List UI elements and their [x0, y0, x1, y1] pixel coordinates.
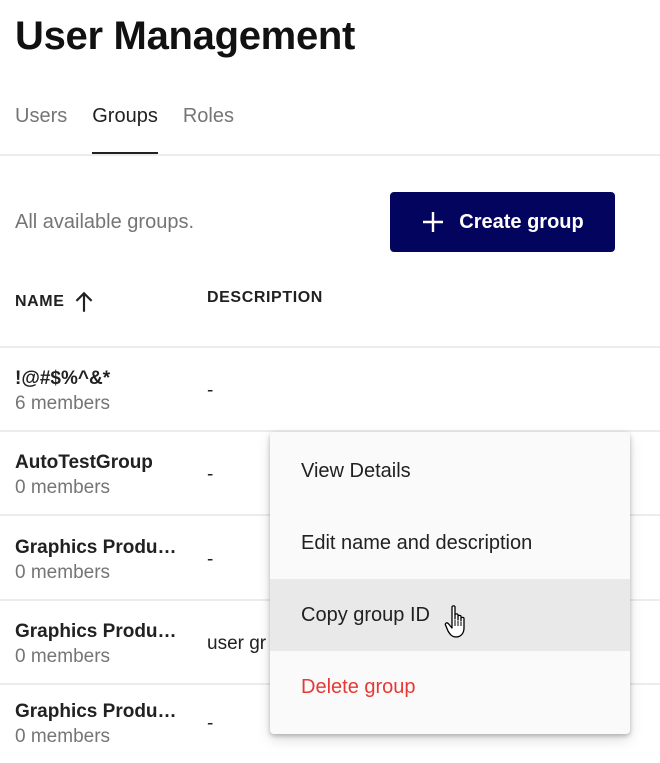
- page-title: User Management: [15, 14, 356, 58]
- group-name: !@#$%^&*: [15, 368, 111, 389]
- tab-roles[interactable]: Roles: [183, 100, 234, 155]
- group-member-count: 0 members: [15, 646, 111, 667]
- group-description: -: [207, 713, 214, 734]
- group-description: -: [207, 380, 214, 401]
- tab-users[interactable]: Users: [15, 100, 67, 155]
- group-description: -: [207, 464, 214, 485]
- group-name: Graphics Produ…: [15, 537, 177, 558]
- tab-groups[interactable]: Groups: [92, 100, 158, 155]
- menu-item-view-details[interactable]: View Details: [270, 435, 630, 507]
- plus-icon: [423, 212, 444, 232]
- group-name: Graphics Produ…: [15, 621, 177, 642]
- group-name: Graphics Produ…: [15, 701, 177, 722]
- group-member-count: 0 members: [15, 562, 111, 583]
- groups-subtitle: All available groups.: [15, 211, 194, 233]
- arrow-up-icon: [75, 291, 92, 312]
- menu-item-edit-name-description[interactable]: Edit name and description: [270, 507, 630, 579]
- column-header-name[interactable]: NAME: [15, 289, 97, 315]
- group-member-count: 6 members: [15, 393, 111, 414]
- group-name: AutoTestGroup: [15, 452, 153, 473]
- group-context-menu: View Details Edit name and description C…: [270, 432, 630, 734]
- group-description: -: [207, 549, 214, 570]
- column-header-name-label: NAME: [15, 293, 65, 310]
- group-member-count: 0 members: [15, 726, 111, 747]
- group-description: user gr: [207, 633, 267, 654]
- create-group-button[interactable]: Create group: [390, 192, 615, 252]
- tab-bar: Users Groups Roles: [15, 100, 259, 155]
- table-row[interactable]: !@#$%^&* 6 members -: [0, 348, 660, 430]
- hand-pointer-icon: [444, 605, 465, 638]
- column-header-description[interactable]: DESCRIPTION: [207, 289, 323, 307]
- group-member-count: 0 members: [15, 477, 111, 498]
- tab-divider: [0, 154, 660, 156]
- create-group-label: Create group: [459, 210, 584, 233]
- menu-item-delete-group[interactable]: Delete group: [270, 651, 630, 723]
